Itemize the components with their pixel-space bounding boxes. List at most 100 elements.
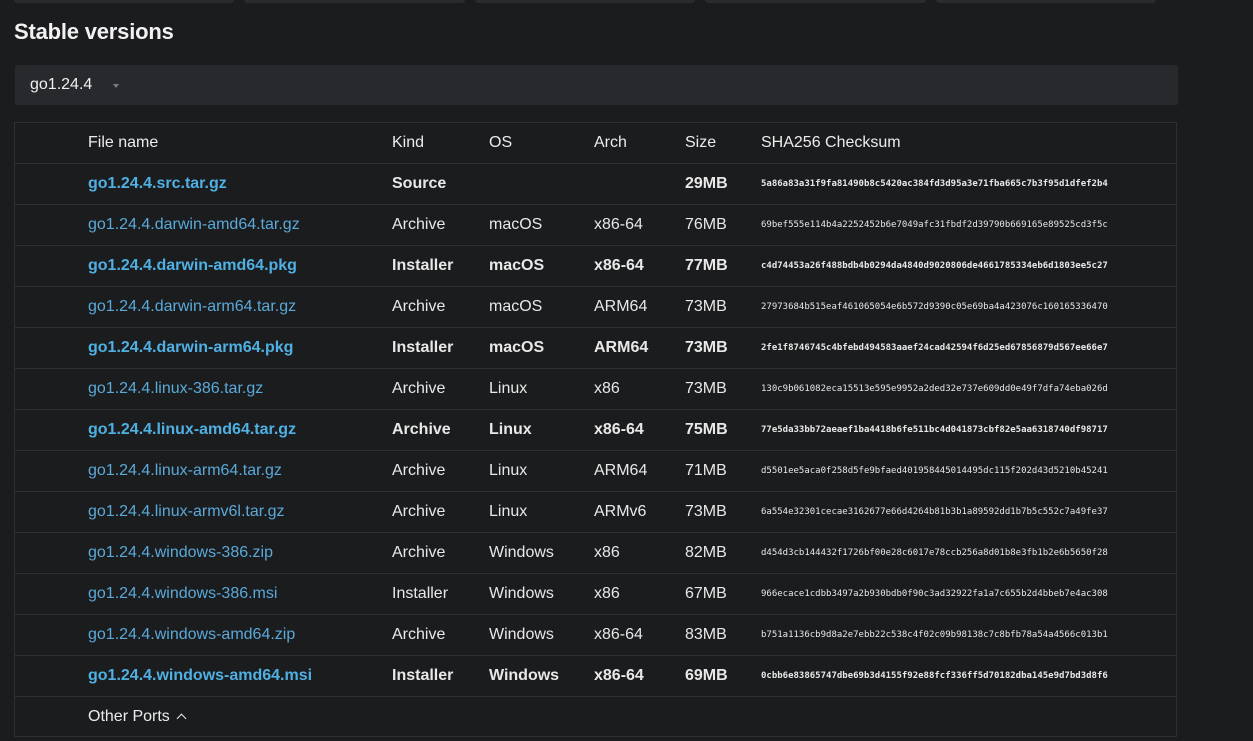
- arch-cell: x86: [594, 585, 620, 602]
- kind-cell: Archive: [392, 421, 451, 438]
- arch-cell: x86-64: [594, 626, 643, 643]
- table-row: go1.24.4.windows-386.msi Installer Windows…: [15, 574, 1176, 615]
- page-title: Stable versions: [14, 19, 174, 44]
- os-cell: Linux: [489, 462, 528, 479]
- size-cell: 73MB: [685, 503, 727, 520]
- arch-cell: x86: [594, 380, 620, 397]
- os-cell: macOS: [489, 216, 543, 233]
- os-cell: macOS: [489, 257, 545, 274]
- header-arch: Arch: [594, 134, 627, 151]
- size-cell: 77MB: [685, 257, 728, 274]
- download-link[interactable]: go1.24.4.darwin-arm64.pkg: [88, 339, 293, 356]
- file-name-cell: go1.24.4.darwin-arm64.pkg: [88, 328, 293, 368]
- chevron-up-icon: [176, 713, 187, 724]
- kind-cell: Installer: [392, 339, 454, 356]
- file-name-cell: go1.24.4.windows-386.zip: [88, 533, 273, 573]
- file-name-cell: go1.24.4.linux-amd64.tar.gz: [88, 410, 296, 450]
- size-cell: 76MB: [685, 216, 727, 233]
- arch-cell: x86: [594, 544, 620, 561]
- kind-cell: Archive: [392, 380, 446, 397]
- other-ports-toggle[interactable]: Other Ports: [88, 697, 187, 737]
- top-cards-edge: [14, 0, 1157, 3]
- sha-cell: 130c9b061082eca15513e595e9952a2ded32e737…: [761, 384, 1108, 394]
- sha-cell: 77e5da33bb72aeaef1ba4418b6fe511bc4d04187…: [761, 425, 1108, 435]
- file-name-cell: go1.24.4.darwin-arm64.tar.gz: [88, 287, 296, 327]
- sha-cell: 5a86a83a31f9fa81490b8c5420ac384fd3d95a3e…: [761, 179, 1108, 189]
- size-cell: 73MB: [685, 339, 728, 356]
- header-os: OS: [489, 134, 513, 151]
- download-link[interactable]: go1.24.4.windows-amd64.zip: [88, 626, 295, 643]
- kind-cell: Source: [392, 175, 447, 192]
- os-cell: Linux: [489, 380, 528, 397]
- download-link[interactable]: go1.24.4.windows-386.zip: [88, 544, 273, 561]
- os-cell: Linux: [489, 421, 532, 438]
- sha-cell: 69bef555e114b4a2252452b6e7049afc31fbdf2d…: [761, 220, 1108, 230]
- sha-cell: 966ecace1cdbb3497a2b930bdb0f90c3ad32922f…: [761, 589, 1108, 599]
- arch-cell: ARM64: [594, 462, 648, 479]
- file-name-cell: go1.24.4.linux-arm64.tar.gz: [88, 451, 282, 491]
- size-cell: 71MB: [685, 462, 727, 479]
- table-row: go1.24.4.src.tar.gz Source 29MB 5a86a83a31f…: [15, 164, 1176, 205]
- download-link[interactable]: go1.24.4.linux-amd64.tar.gz: [88, 421, 296, 438]
- size-cell: 29MB: [685, 175, 728, 192]
- table-row: go1.24.4.linux-386.tar.gz Archive Linux x86…: [15, 369, 1176, 410]
- table-row: go1.24.4.linux-arm64.tar.gz Archive Linux A…: [15, 451, 1176, 492]
- size-cell: 75MB: [685, 421, 728, 438]
- size-cell: 82MB: [685, 544, 727, 561]
- table-row: go1.24.4.windows-386.zip Archive Windows x8…: [15, 533, 1176, 574]
- file-name-cell: go1.24.4.windows-386.msi: [88, 574, 277, 614]
- sha-cell: d454d3cb144432f1726bf00e28c6017e78ccb256…: [761, 548, 1108, 558]
- download-link[interactable]: go1.24.4.darwin-arm64.tar.gz: [88, 298, 296, 315]
- other-ports-label: Other Ports: [88, 708, 170, 725]
- chevron-down-icon: [113, 84, 119, 88]
- kind-cell: Archive: [392, 503, 446, 520]
- arch-cell: x86-64: [594, 667, 644, 684]
- table-row: go1.24.4.windows-amd64.msi Installer Windo…: [15, 656, 1176, 697]
- os-cell: macOS: [489, 298, 543, 315]
- kind-cell: Archive: [392, 544, 446, 561]
- download-link[interactable]: go1.24.4.windows-amd64.msi: [88, 667, 312, 684]
- file-name-cell: go1.24.4.linux-386.tar.gz: [88, 369, 263, 409]
- sha-cell: 6a554e32301cecae3162677e66d4264b81b3b1a8…: [761, 507, 1108, 517]
- os-cell: Windows: [489, 626, 554, 643]
- version-select[interactable]: go1.24.4: [15, 65, 1178, 105]
- header-sha: SHA256 Checksum: [761, 134, 901, 151]
- download-link[interactable]: go1.24.4.windows-386.msi: [88, 585, 277, 602]
- arch-cell: ARMv6: [594, 503, 647, 520]
- downloads-table: File name Kind OS Arch Size SHA256 Check…: [14, 122, 1177, 737]
- download-link[interactable]: go1.24.4.darwin-amd64.tar.gz: [88, 216, 300, 233]
- sha-cell: d5501ee5aca0f258d5fe9bfaed40195844501449…: [761, 466, 1108, 476]
- file-name-cell: go1.24.4.windows-amd64.msi: [88, 656, 312, 696]
- table-header-row: File name Kind OS Arch Size SHA256 Check…: [15, 123, 1176, 164]
- kind-cell: Archive: [392, 626, 446, 643]
- other-ports-row[interactable]: Other Ports: [15, 697, 1176, 738]
- size-cell: 73MB: [685, 298, 727, 315]
- table-row: go1.24.4.linux-amd64.tar.gz Archive Linux x…: [15, 410, 1176, 451]
- kind-cell: Installer: [392, 667, 454, 684]
- kind-cell: Archive: [392, 216, 446, 233]
- download-link[interactable]: go1.24.4.src.tar.gz: [88, 175, 227, 192]
- header-file-name: File name: [88, 134, 159, 151]
- arch-cell: ARM64: [594, 298, 648, 315]
- download-link[interactable]: go1.24.4.darwin-amd64.pkg: [88, 257, 297, 274]
- arch-cell: x86-64: [594, 257, 644, 274]
- file-name-cell: go1.24.4.darwin-amd64.tar.gz: [88, 205, 300, 245]
- file-name-cell: go1.24.4.linux-armv6l.tar.gz: [88, 492, 285, 532]
- os-cell: Windows: [489, 667, 560, 684]
- sha-cell: 27973684b515eaf461065054e6b572d9390c05e6…: [761, 302, 1108, 312]
- size-cell: 73MB: [685, 380, 727, 397]
- table-row: go1.24.4.linux-armv6l.tar.gz Archive Linux…: [15, 492, 1176, 533]
- arch-cell: x86-64: [594, 421, 644, 438]
- table-row: go1.24.4.darwin-amd64.pkg Installer macOS x…: [15, 246, 1176, 287]
- os-cell: Linux: [489, 503, 528, 520]
- kind-cell: Archive: [392, 462, 446, 479]
- download-link[interactable]: go1.24.4.linux-arm64.tar.gz: [88, 462, 282, 479]
- download-link[interactable]: go1.24.4.linux-armv6l.tar.gz: [88, 503, 285, 520]
- download-link[interactable]: go1.24.4.linux-386.tar.gz: [88, 380, 263, 397]
- table-row: go1.24.4.darwin-arm64.tar.gz Archive macOS…: [15, 287, 1176, 328]
- sha-cell: 2fe1f8746745c4bfebd494583aaef24cad42594f…: [761, 343, 1108, 353]
- file-name-cell: go1.24.4.windows-amd64.zip: [88, 615, 295, 655]
- sha-cell: 0cbb6e83865747dbe69b3d4155f92e88fcf336ff…: [761, 671, 1108, 681]
- version-select-value: go1.24.4: [30, 76, 93, 93]
- arch-cell: x86-64: [594, 216, 643, 233]
